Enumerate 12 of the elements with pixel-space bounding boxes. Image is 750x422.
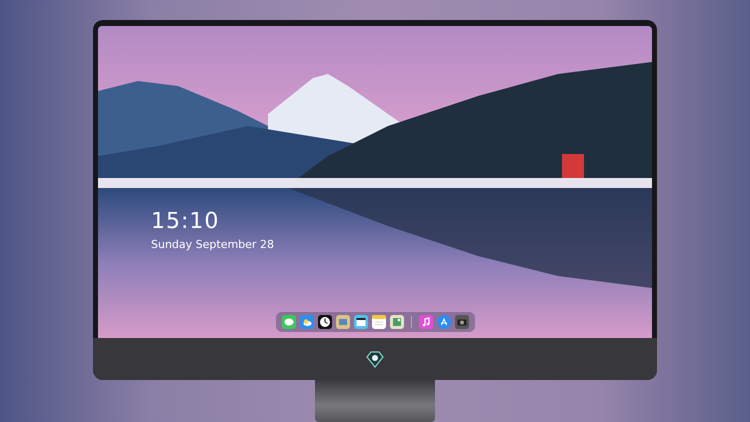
cloud-icon[interactable]: [300, 315, 314, 329]
clock-date: Sunday September 28: [151, 237, 275, 253]
music-note-icon[interactable]: [418, 315, 432, 329]
chat-bubble-icon[interactable]: [282, 315, 296, 329]
picture-icon[interactable]: [390, 315, 404, 329]
camera-icon[interactable]: [454, 315, 468, 329]
diamond-logo-icon: [366, 350, 384, 368]
clock-icon[interactable]: [318, 315, 332, 329]
notepad-icon[interactable]: [372, 315, 386, 329]
app-store-icon[interactable]: [436, 315, 450, 329]
clock-time: 15:10: [151, 211, 220, 233]
clapperboard-icon[interactable]: [354, 315, 368, 329]
